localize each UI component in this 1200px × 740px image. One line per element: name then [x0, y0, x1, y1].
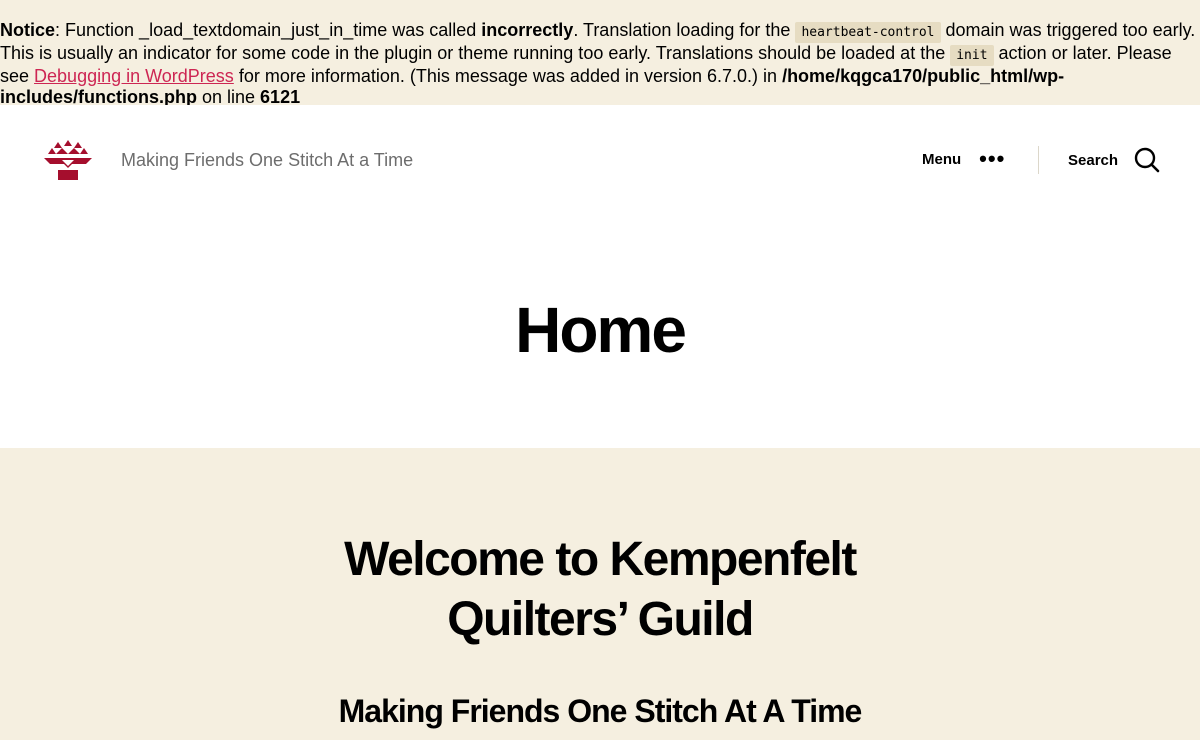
page-title: Home	[515, 294, 687, 366]
notice-line: 6121	[260, 87, 301, 107]
more-dots-icon: •••	[979, 146, 1006, 171]
search-button[interactable]: Search	[1068, 147, 1160, 173]
quilt-block-logo-icon	[44, 140, 92, 180]
main-content: Welcome to Kempenfelt Quilters’ Guild Ma…	[0, 448, 1200, 740]
debugging-link[interactable]: Debugging in WordPress	[34, 66, 234, 86]
search-icon	[1134, 147, 1160, 173]
search-label: Search	[1068, 151, 1119, 169]
welcome-subheading: Making Friends One Stitch At A Time	[338, 693, 863, 729]
notice-label: Notice	[0, 20, 56, 40]
site-header: Making Friends One Stitch At a Time Menu…	[0, 105, 1200, 448]
menu-label: Menu	[922, 150, 962, 168]
notice-text: for more information. (This message was …	[233, 66, 783, 86]
notice-text: . Translation loading for the	[573, 20, 796, 40]
notice-code-init: init	[950, 45, 994, 66]
php-notice: Notice: Function _load_textdomain_just_i…	[0, 0, 1200, 107]
welcome-heading: Welcome to Kempenfelt Quilters’ Guild	[344, 533, 857, 646]
site-tagline: Making Friends One Stitch At a Time	[121, 150, 414, 170]
menu-button[interactable]: Menu •••	[922, 146, 1006, 171]
site-logo[interactable]	[44, 140, 92, 182]
notice-text: on line	[197, 87, 261, 107]
notice-code-domain: heartbeat-control	[795, 22, 941, 43]
notice-text: : Function _load_textdomain_just_in_time…	[55, 20, 482, 40]
notice-bold: incorrectly	[481, 20, 574, 40]
header-divider	[1038, 146, 1039, 174]
